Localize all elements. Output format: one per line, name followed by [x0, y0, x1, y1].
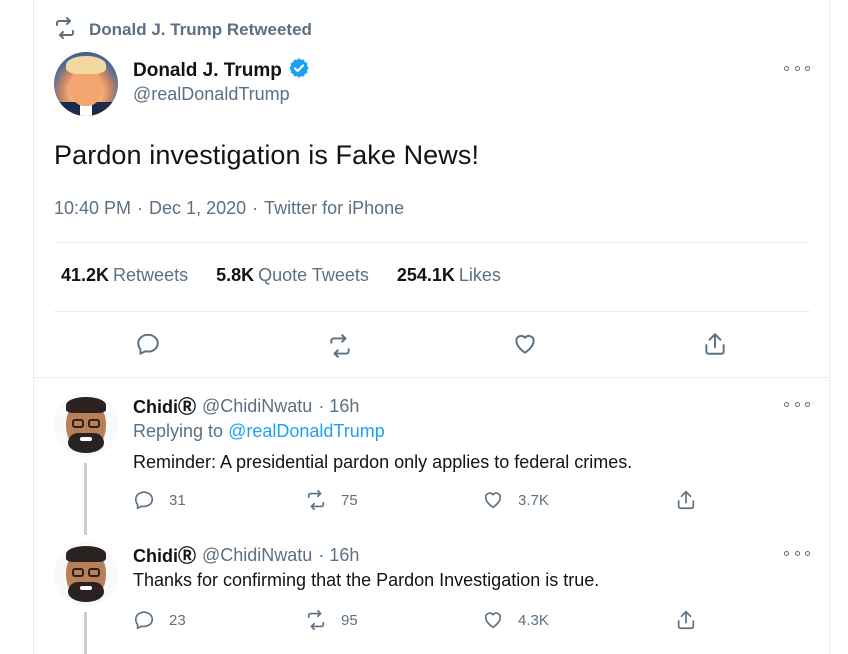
- replying-to-label: Replying to: [133, 421, 224, 441]
- reply-author-name[interactable]: ChidiⓇ: [133, 542, 196, 568]
- heart-icon: [484, 612, 502, 629]
- like-count: 4.3K: [518, 611, 549, 629]
- retweeted-banner: Donald J. Trump Retweeted: [53, 16, 312, 45]
- likes-stat[interactable]: 254.1K Likes: [397, 265, 501, 286]
- share-icon: [677, 490, 695, 510]
- tweet-stats: 41.2K Retweets 5.8K Quote Tweets 254.1K Lik…: [61, 265, 501, 286]
- divider: [33, 377, 830, 378]
- more-options-icon[interactable]: [784, 547, 810, 559]
- tweet-meta: 10:40 PM · Dec 1, 2020 · Twitter for iPh…: [54, 198, 404, 219]
- tweet-source[interactable]: Twitter for iPhone: [264, 198, 404, 219]
- reply-text: Reminder: A presidential pardon only app…: [133, 452, 633, 472]
- reply-icon: [134, 491, 154, 510]
- replying-to: Replying to @realDonaldTrump: [133, 421, 385, 442]
- meta-separator: ·: [252, 198, 259, 218]
- quote-tweets-stat[interactable]: 5.8K Quote Tweets: [216, 265, 369, 286]
- share-button[interactable]: [675, 609, 697, 631]
- reply-header: ChidiⓇ @ChidiNwatu · 16h: [133, 542, 359, 568]
- reply-count: 23: [169, 611, 186, 629]
- tweet-time[interactable]: 10:40 PM: [54, 198, 131, 219]
- retweet-button[interactable]: 75: [305, 489, 358, 511]
- more-options-icon[interactable]: [784, 398, 810, 410]
- like-button[interactable]: 3.7K: [482, 489, 549, 511]
- retweeted-label[interactable]: Donald J. Trump Retweeted: [89, 20, 312, 40]
- author-name[interactable]: Donald J. Trump: [133, 60, 282, 82]
- divider: [54, 242, 810, 243]
- verified-badge-icon: [288, 57, 310, 85]
- reply-button[interactable]: 31: [133, 489, 186, 511]
- retweet-count: 95: [341, 611, 358, 629]
- reply-text: Thanks for confirming that the Pardon In…: [133, 570, 600, 590]
- share-icon: [705, 333, 725, 355]
- retweet-button[interactable]: 95: [305, 609, 358, 631]
- retweet-icon: [330, 334, 350, 358]
- share-button[interactable]: [675, 489, 697, 511]
- reply-header: ChidiⓇ @ChidiNwatu · 16h: [133, 393, 359, 419]
- retweet-button[interactable]: [325, 331, 355, 361]
- reply-icon: [137, 333, 159, 355]
- retweet-icon: [53, 16, 77, 45]
- reply-author-handle[interactable]: @ChidiNwatu: [202, 396, 312, 417]
- reply-icon: [134, 611, 154, 630]
- like-button[interactable]: [510, 329, 540, 359]
- tweet-text: Pardon investigation is Fake News!: [54, 140, 480, 170]
- more-options-icon[interactable]: [784, 62, 810, 74]
- tweet-date[interactable]: Dec 1, 2020: [149, 198, 246, 219]
- reply-time[interactable]: · 16h: [318, 545, 359, 566]
- reply-author-name[interactable]: ChidiⓇ: [133, 393, 196, 419]
- like-button[interactable]: 4.3K: [482, 609, 549, 631]
- author-handle[interactable]: @realDonaldTrump: [133, 84, 290, 105]
- reply-author-handle[interactable]: @ChidiNwatu: [202, 545, 312, 566]
- thread-line: [84, 463, 87, 535]
- author-avatar[interactable]: [54, 52, 118, 116]
- reply-count: 31: [169, 491, 186, 509]
- reply-avatar[interactable]: [54, 393, 118, 457]
- author-name-row[interactable]: Donald J. Trump: [133, 57, 310, 85]
- heart-icon: [484, 492, 502, 509]
- retweet-count: 75: [341, 491, 358, 509]
- reply-button[interactable]: 23: [133, 609, 186, 631]
- retweet-icon: [307, 490, 325, 510]
- share-button[interactable]: [700, 329, 730, 359]
- reply-time[interactable]: · 16h: [318, 396, 359, 417]
- thread-line: [84, 612, 87, 654]
- divider: [54, 311, 810, 312]
- replying-to-link[interactable]: @realDonaldTrump: [228, 421, 385, 441]
- retweet-icon: [307, 610, 325, 630]
- share-icon: [677, 610, 695, 630]
- like-count: 3.7K: [518, 491, 549, 509]
- meta-separator: ·: [137, 198, 144, 218]
- reply-button[interactable]: [133, 329, 163, 359]
- heart-icon: [515, 334, 535, 354]
- retweets-stat[interactable]: 41.2K Retweets: [61, 265, 188, 286]
- reply-avatar[interactable]: [54, 542, 118, 606]
